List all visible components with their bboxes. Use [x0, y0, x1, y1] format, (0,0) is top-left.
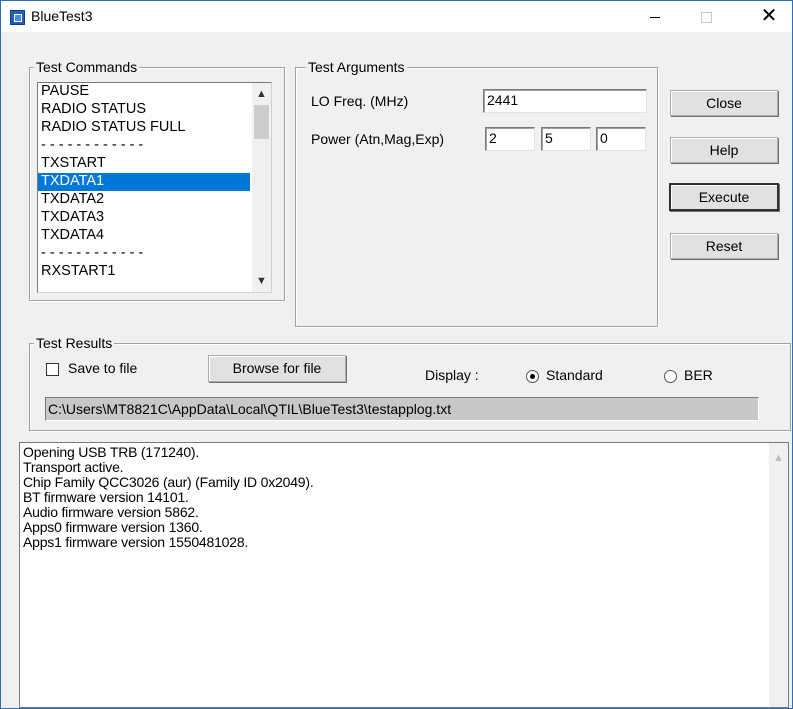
execute-button[interactable]: Execute: [669, 183, 779, 211]
power-atn-input[interactable]: 2: [485, 127, 535, 151]
standard-radio[interactable]: [526, 370, 539, 383]
maximize-button[interactable]: [683, 1, 729, 32]
test-arguments-legend: Test Arguments: [306, 59, 407, 75]
log-line: Chip Family QCC3026 (aur) (Family ID 0x2…: [23, 474, 314, 490]
help-button[interactable]: Help: [670, 137, 778, 163]
display-label: Display :: [425, 367, 479, 383]
command-item[interactable]: RXSTART1: [38, 263, 250, 281]
log-file-path-field: C:\Users\MT8821C\AppData\Local\QTIL\Blue…: [45, 397, 759, 421]
minimize-button[interactable]: [632, 1, 678, 32]
command-item[interactable]: - - - - - - - - - - - -: [38, 245, 250, 263]
test-commands-legend: Test Commands: [34, 59, 140, 75]
standard-radio-label[interactable]: Standard: [546, 367, 603, 383]
minimize-icon: [650, 16, 660, 18]
test-results-legend: Test Results: [34, 335, 115, 351]
command-item[interactable]: TXSTART: [38, 155, 250, 173]
command-item[interactable]: TXDATA3: [38, 209, 250, 227]
power-exp-input[interactable]: 0: [596, 127, 646, 151]
maximize-icon: [700, 11, 712, 23]
close-icon: ✕: [760, 5, 778, 27]
ber-radio-label[interactable]: BER: [684, 367, 713, 383]
command-item[interactable]: RADIO STATUS: [38, 101, 250, 119]
lo-freq-label: LO Freq. (MHz): [311, 93, 409, 109]
save-to-file-checkbox[interactable]: [46, 363, 59, 376]
scroll-thumb[interactable]: [254, 105, 269, 139]
log-scroll-up-arrow-icon[interactable]: ▲: [769, 449, 788, 467]
log-line: Opening USB TRB (171240).: [23, 444, 200, 460]
command-items: PAUSE RADIO STATUS RADIO STATUS FULL - - - …: [38, 83, 250, 281]
scroll-up-arrow-icon[interactable]: ▲: [252, 85, 271, 103]
app-icon: [10, 10, 25, 25]
window-title: BlueTest3: [31, 8, 93, 24]
log-line: Transport active.: [23, 459, 124, 475]
scroll-down-arrow-icon[interactable]: ▼: [252, 272, 271, 290]
lo-freq-input[interactable]: 2441: [483, 89, 647, 113]
log-lines: Opening USB TRB (171240). Transport activ…: [23, 445, 314, 550]
log-output-area[interactable]: Opening USB TRB (171240). Transport activ…: [19, 442, 789, 708]
commands-scrollbar[interactable]: ▲ ▼: [252, 83, 271, 292]
command-item[interactable]: RADIO STATUS FULL: [38, 119, 250, 137]
log-line: Apps1 firmware version 1550481028.: [23, 534, 249, 550]
power-mag-input[interactable]: 5: [541, 127, 591, 151]
log-line: Audio firmware version 5862.: [23, 504, 199, 520]
browse-for-file-button[interactable]: Browse for file: [208, 355, 346, 382]
power-label: Power (Atn,Mag,Exp): [311, 131, 445, 147]
command-item[interactable]: - - - - - - - - - - - -: [38, 137, 250, 155]
save-to-file-label[interactable]: Save to file: [68, 360, 137, 376]
log-line: BT firmware version 14101.: [23, 489, 189, 505]
log-scrollbar[interactable]: ▲: [769, 443, 788, 707]
command-item[interactable]: TXDATA1: [38, 173, 250, 191]
ber-radio[interactable]: [664, 370, 677, 383]
close-window-button[interactable]: ✕: [746, 1, 792, 32]
command-item[interactable]: PAUSE: [38, 83, 250, 101]
bluetest3-window: BlueTest3 ✕ Test Commands PAUSE RADIO STA…: [0, 0, 793, 709]
title-bar[interactable]: BlueTest3 ✕: [1, 1, 792, 32]
test-commands-list[interactable]: PAUSE RADIO STATUS RADIO STATUS FULL - - - …: [37, 82, 272, 293]
close-button[interactable]: Close: [670, 90, 778, 116]
command-item[interactable]: TXDATA2: [38, 191, 250, 209]
reset-button[interactable]: Reset: [670, 233, 778, 259]
command-item[interactable]: TXDATA4: [38, 227, 250, 245]
log-line: Apps0 firmware version 1360.: [23, 519, 203, 535]
